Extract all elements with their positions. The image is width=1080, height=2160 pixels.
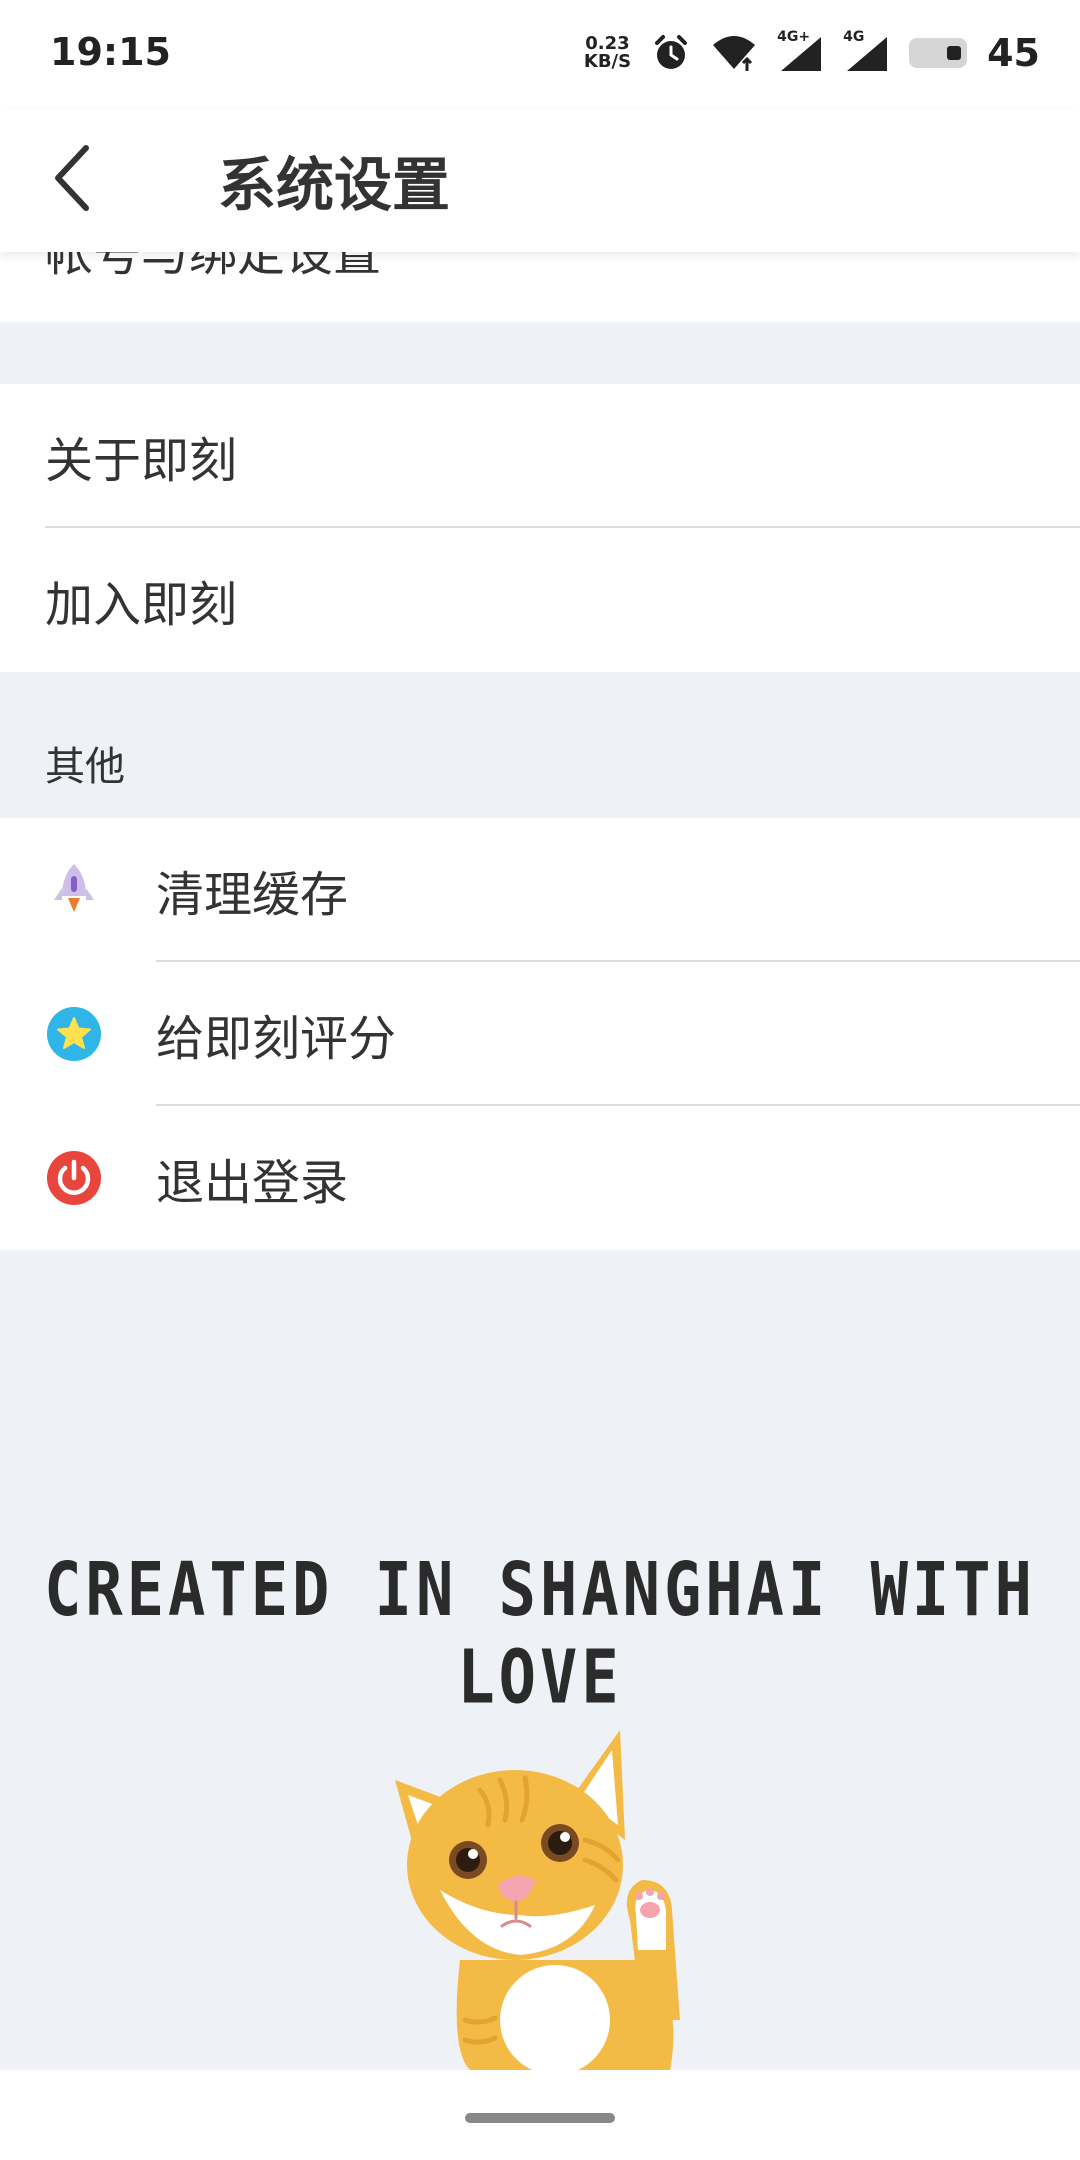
system-navigation-bar [0, 2070, 1080, 2160]
settings-row-label: 加入即刻 [45, 577, 238, 633]
status-time: 19:15 [50, 30, 171, 74]
network-speed: 0.23 KB/S [584, 35, 631, 71]
app-header: 系统设置 [0, 110, 1080, 252]
status-icons: 0.23 KB/S 4G+ 4G 45 [584, 28, 1040, 78]
signal-icon: 4G+ [777, 29, 823, 73]
settings-row-clear-cache[interactable]: 清理缓存 [0, 818, 1080, 962]
wifi-icon [713, 36, 756, 71]
power-icon [47, 1151, 101, 1205]
signal2-label: 4G [843, 29, 865, 45]
footer-tagline: CREATED IN SHANGHAI WITH LOVE [44, 1545, 1036, 1721]
settings-row-rate[interactable]: 给即刻评分 [0, 962, 1080, 1106]
cat-illustration [395, 1730, 680, 2070]
back-button[interactable] [44, 138, 124, 218]
signal-icon: 4G [843, 29, 889, 73]
status-bar: 19:15 0.23 KB/S 4G+ 4G 45 [0, 0, 1080, 110]
settings-row-label: 帐号与绑定设置 [45, 252, 382, 282]
other-group: 清理缓存 给即刻评分 退出登录 [0, 818, 1080, 1250]
about-group: 关于即刻 加入即刻 [0, 384, 1080, 672]
settings-row-logout[interactable]: 退出登录 [0, 1106, 1080, 1250]
settings-row-account-binding[interactable]: 帐号与绑定设置 [0, 252, 1080, 322]
battery-icon [909, 38, 968, 68]
settings-row-about[interactable]: 关于即刻 [0, 384, 1080, 528]
section-gap [0, 322, 1080, 384]
settings-row-join[interactable]: 加入即刻 [0, 528, 1080, 672]
alarm-icon [655, 35, 688, 69]
battery-level: 45 [987, 31, 1040, 75]
signal1-label: 4G+ [777, 29, 811, 45]
settings-row-label: 给即刻评分 [156, 1011, 397, 1067]
settings-row-label: 关于即刻 [45, 433, 238, 489]
settings-row-label: 退出登录 [156, 1155, 349, 1211]
star-icon [47, 1007, 101, 1061]
section-title-other: 其他 [45, 744, 125, 790]
network-speed-unit: KB/S [583, 51, 632, 72]
home-gesture-handle[interactable] [465, 2113, 615, 2123]
rocket-icon [54, 864, 94, 912]
settings-row-label: 清理缓存 [156, 867, 349, 923]
chevron-left-icon [55, 145, 89, 211]
page-title: 系统设置 [218, 151, 451, 219]
